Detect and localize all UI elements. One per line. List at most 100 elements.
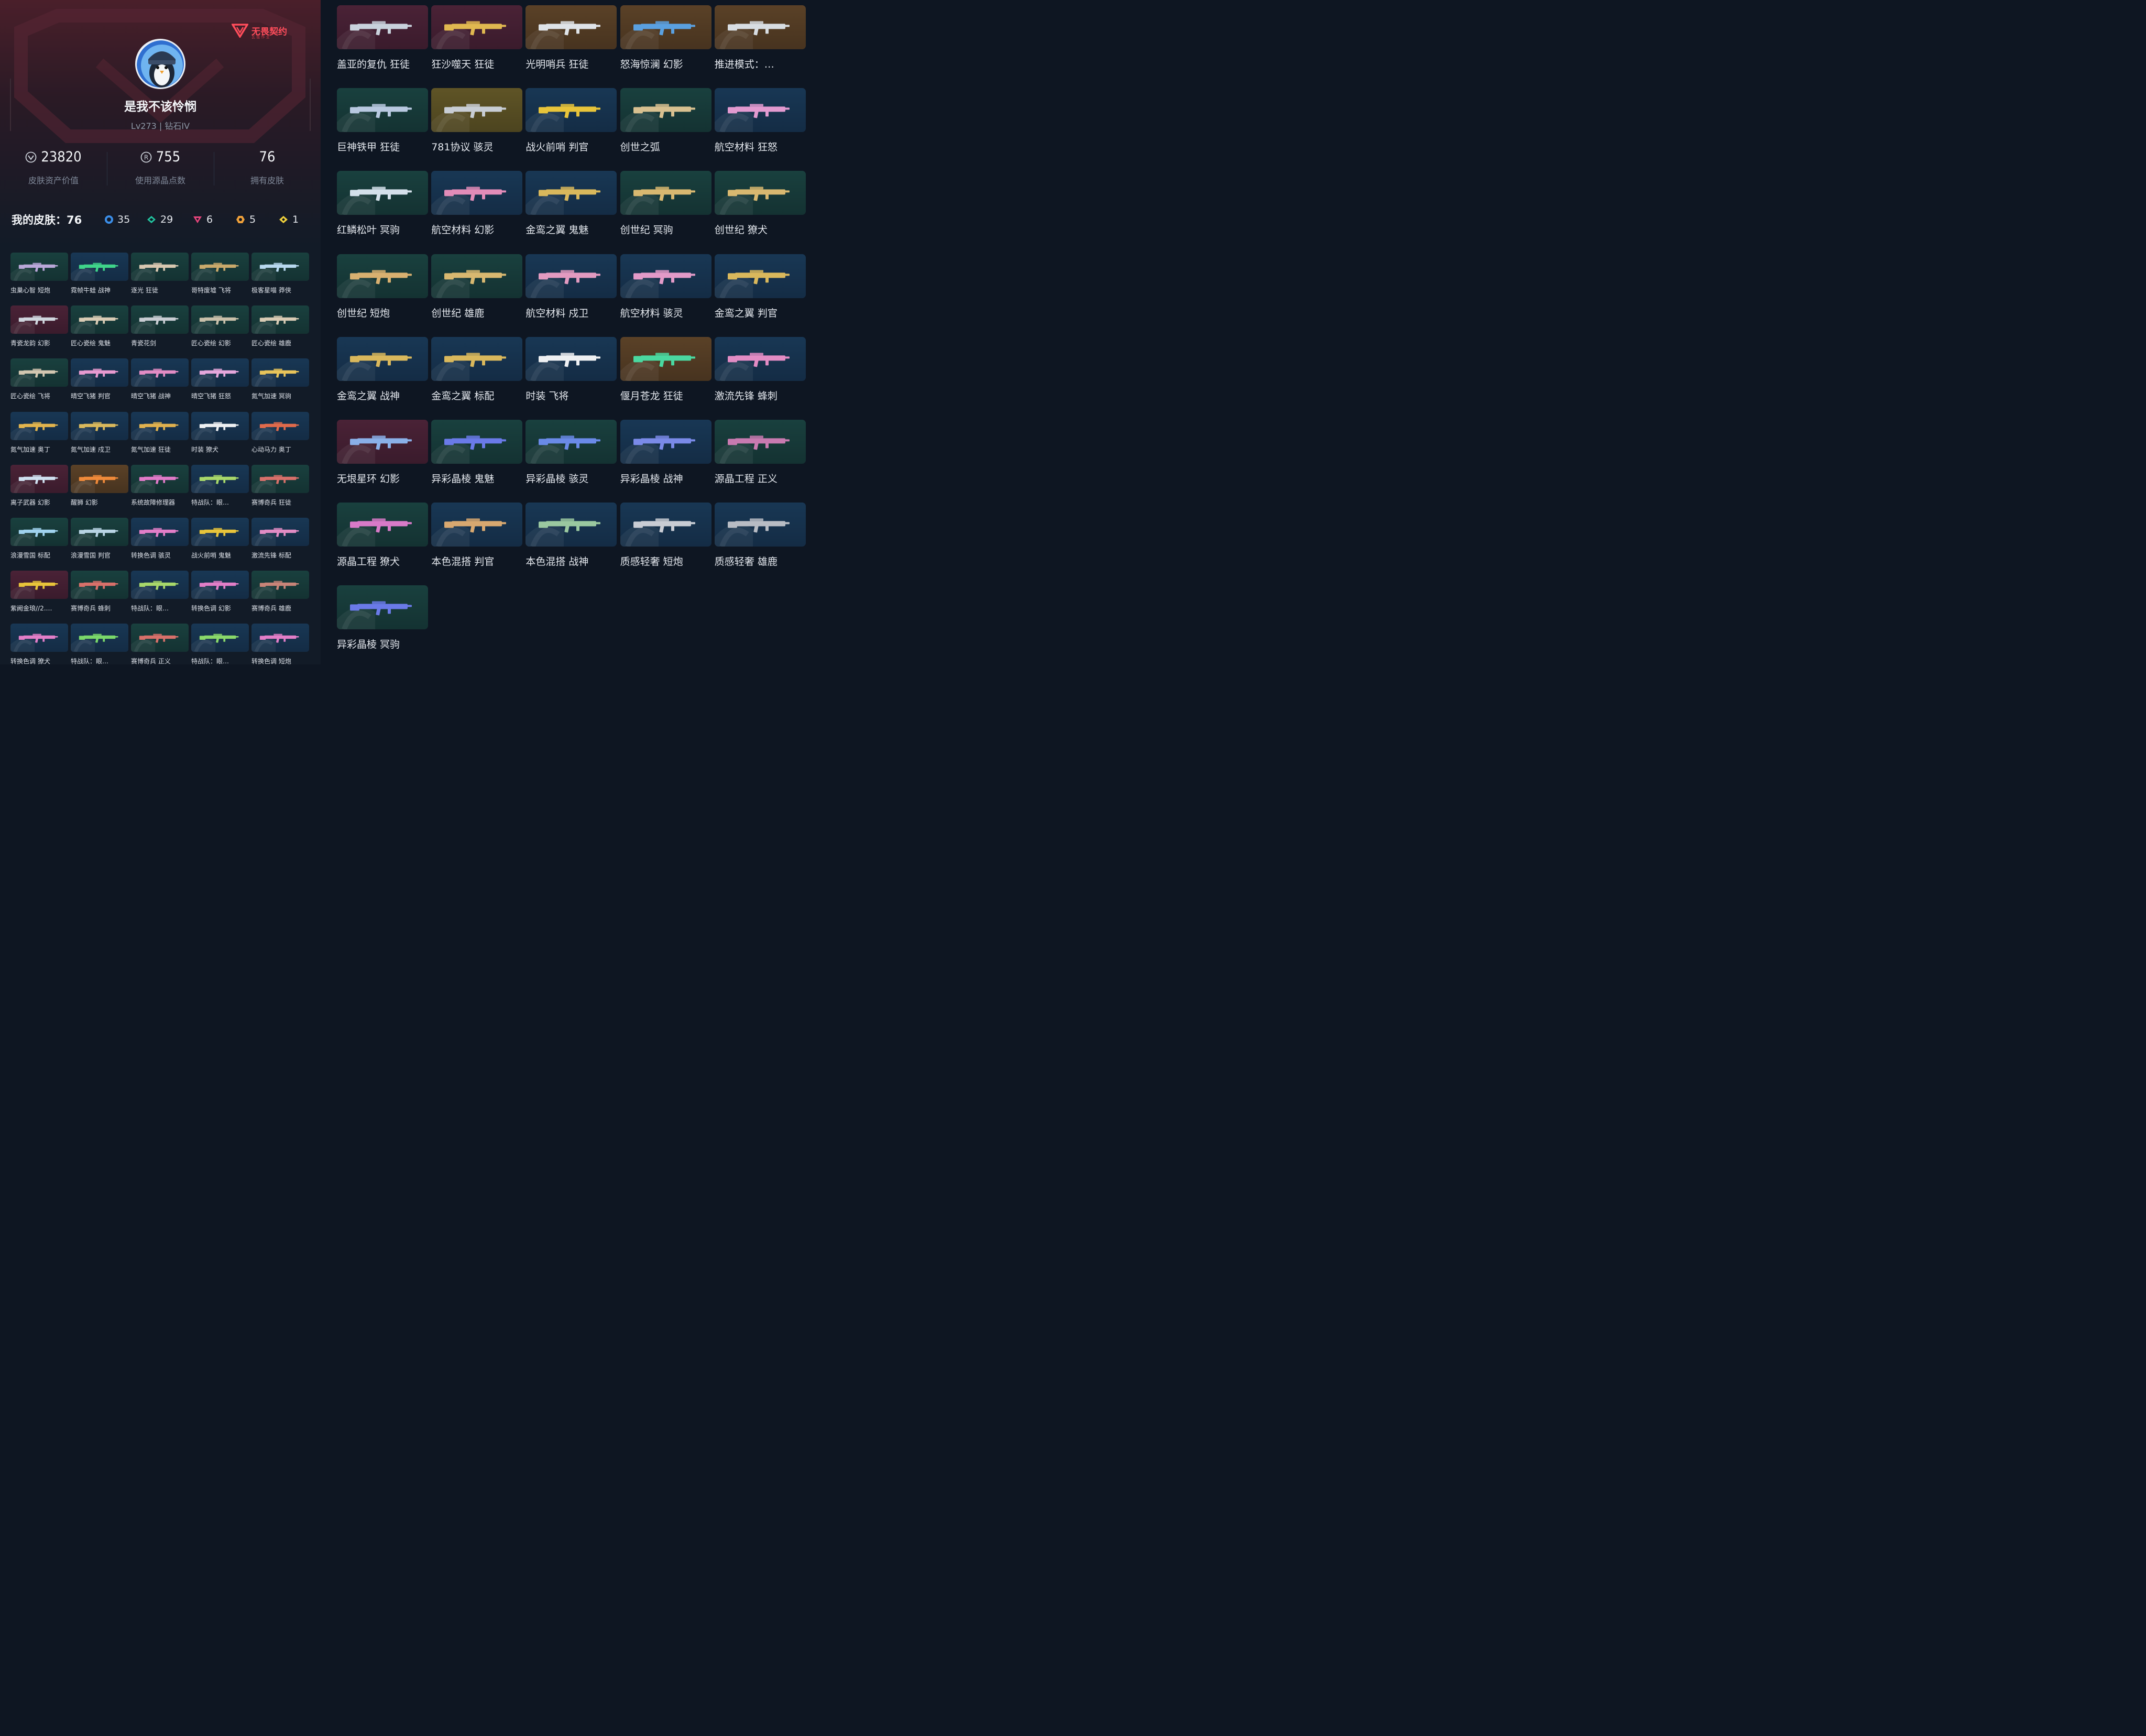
skin-thumbnail	[191, 464, 249, 493]
weapon-icon	[620, 518, 695, 547]
large-skin-card[interactable]: 异彩晶棱 骇灵	[525, 420, 617, 485]
small-skin-card[interactable]: 激流先锋 标配	[251, 518, 309, 560]
small-skin-card[interactable]: 特战队：眼…	[131, 571, 189, 613]
large-skin-card[interactable]: 航空材料 戍卫	[525, 254, 617, 320]
small-skin-card[interactable]: 赛博奇兵 蜂刺	[71, 571, 128, 613]
skin-thumbnail	[251, 571, 309, 599]
large-skin-card[interactable]: 创世纪 冥驹	[620, 171, 711, 236]
large-skin-card[interactable]: 激流先锋 蜂刺	[714, 336, 806, 402]
large-skin-card[interactable]: 偃月苍龙 狂徒	[620, 336, 711, 402]
large-skin-card[interactable]: 金鸾之翼 判官	[714, 254, 806, 320]
small-skin-card[interactable]: 心动马力 奥丁	[251, 411, 309, 454]
weapon-icon	[714, 518, 790, 547]
large-skin-card[interactable]: 源晶工程 獠犬	[337, 503, 428, 568]
large-skin-card[interactable]: 本色混搭 判官	[431, 503, 523, 568]
large-skin-card[interactable]: 异彩晶棱 战神	[620, 420, 711, 485]
large-skin-card[interactable]: 光明哨兵 狂徒	[525, 5, 617, 71]
skin-thumbnail	[337, 420, 428, 464]
avatar[interactable]	[135, 39, 185, 89]
small-skin-card[interactable]: 匠心瓷绘 雄鹿	[251, 305, 309, 347]
large-skin-card[interactable]: 781协议 骇灵	[431, 88, 523, 154]
large-skin-card[interactable]: 时装 飞将	[525, 336, 617, 402]
small-skin-card[interactable]: 赛博奇兵 正义	[131, 624, 189, 664]
large-skin-card[interactable]: 战火前哨 判官	[525, 88, 617, 154]
large-skin-card[interactable]: 无垠星环 幻影	[337, 420, 428, 485]
small-skin-card[interactable]: 系统故障修理器	[131, 464, 189, 507]
large-skin-card[interactable]: 航空材料 幻影	[431, 171, 523, 236]
small-skin-card[interactable]: 醒狮 幻影	[71, 464, 128, 507]
skin-thumbnail	[71, 464, 128, 493]
small-skin-card[interactable]: 转换色调 獠犬	[10, 624, 68, 664]
small-skin-card[interactable]: 青瓷龙韵 幻影	[10, 305, 68, 347]
small-skin-card[interactable]: 极客星喵 莽侠	[251, 253, 309, 294]
small-skin-card[interactable]: 浪漫雪国 判官	[71, 518, 128, 560]
weapon-icon	[431, 269, 507, 298]
skin-thumbnail	[191, 571, 249, 599]
small-skin-card[interactable]: 赛博奇兵 狂徒	[251, 464, 309, 507]
skin-name: 转换色调 幻影	[191, 605, 231, 613]
large-skin-card[interactable]: 推进模式：…	[714, 5, 806, 71]
large-skin-card[interactable]: 金鸾之翼 标配	[431, 336, 523, 402]
small-skin-card[interactable]: 晴空飞猪 战神	[131, 358, 189, 400]
large-skin-card[interactable]: 创世纪 短炮	[337, 254, 428, 320]
skin-name: 创世纪 短炮	[337, 307, 390, 319]
small-skin-card[interactable]: 匠心瓷绘 幻影	[191, 305, 249, 347]
small-skin-card[interactable]: 紫阙金琅//2.…	[10, 571, 68, 613]
skin-thumbnail	[251, 624, 309, 652]
skin-name: 金鸾之翼 鬼魅	[525, 224, 589, 236]
small-skin-card[interactable]: 战火前哨 鬼魅	[191, 518, 249, 560]
small-skin-card[interactable]: 转换色调 幻影	[191, 571, 249, 613]
small-skin-card[interactable]: 氮气加速 狂徒	[131, 411, 189, 454]
large-skin-card[interactable]: 源晶工程 正义	[714, 420, 806, 485]
small-skin-card[interactable]: 时装 獠犬	[191, 411, 249, 454]
small-skin-card[interactable]: 晴空飞猪 狂怒	[191, 358, 249, 400]
large-skin-card[interactable]: 质感轻奢 短炮	[620, 503, 711, 568]
large-skin-card[interactable]: 质感轻奢 雄鹿	[714, 503, 806, 568]
username: 是我不该怜悯	[124, 100, 196, 114]
small-skin-card[interactable]: 转换色调 骇灵	[131, 518, 189, 560]
large-skin-card[interactable]: 怒海惊澜 幻影	[620, 5, 711, 71]
skin-thumbnail	[620, 171, 711, 215]
skin-name: 紫阙金琅//2.…	[10, 605, 52, 613]
large-skin-card[interactable]: 创世纪 雄鹿	[431, 254, 523, 320]
small-skin-card[interactable]: 哥特废墟 飞将	[191, 253, 249, 294]
small-skin-card[interactable]: 转换色调 短炮	[251, 624, 309, 664]
large-skin-card[interactable]: 创世纪 獠犬	[714, 171, 806, 236]
small-skin-card[interactable]: 虫巢心智 短炮	[10, 253, 68, 294]
small-skin-card[interactable]: 氮气加速 奥丁	[10, 411, 68, 454]
small-skin-card[interactable]: 氮气加速 冥驹	[251, 358, 309, 400]
large-skin-card[interactable]: 红鳞松叶 冥驹	[337, 171, 428, 236]
small-skin-card[interactable]: 特战队：眼…	[191, 464, 249, 507]
small-skin-card[interactable]: 逐光 狂徒	[131, 253, 189, 294]
large-skin-card[interactable]: 创世之弧	[620, 88, 711, 154]
small-skin-card[interactable]: 特战队：眼…	[71, 624, 128, 664]
large-skin-card[interactable]: 航空材料 骇灵	[620, 254, 711, 320]
small-skin-card[interactable]: 赛博奇兵 雄鹿	[251, 571, 309, 613]
skin-name: 781协议 骇灵	[431, 141, 494, 154]
weapon-icon	[71, 528, 118, 546]
small-skin-card[interactable]: 离子武器 幻影	[10, 464, 68, 507]
large-skin-card[interactable]: 本色混搭 战神	[525, 503, 617, 568]
small-skin-card[interactable]: 匠心瓷绘 鬼魅	[71, 305, 128, 347]
large-skin-card[interactable]: 金鸾之翼 战神	[337, 336, 428, 402]
small-skin-card[interactable]: 浪漫雪国 标配	[10, 518, 68, 560]
large-skin-card[interactable]: 异彩晶棱 冥驹	[337, 585, 428, 651]
stat-skin-value: 23820 皮肤资产价值	[0, 149, 107, 186]
large-skin-card[interactable]: 异彩晶棱 鬼魅	[431, 420, 523, 485]
weapon-icon	[251, 263, 299, 281]
small-skin-card[interactable]: 青瓷花剑	[131, 305, 189, 347]
small-skin-card[interactable]: 特战队：眼…	[191, 624, 249, 664]
small-skin-card[interactable]: 晴空飞猪 判官	[71, 358, 128, 400]
small-skin-card[interactable]: 氮气加速 戍卫	[71, 411, 128, 454]
skins-summary: 我的皮肤：76 35 29 6 5 1	[12, 212, 315, 227]
large-skin-card[interactable]: 盖亚的复仇 狂徒	[337, 5, 428, 71]
small-skin-card[interactable]: 匠心瓷绘 飞将	[10, 358, 68, 400]
large-skin-card[interactable]: 巨神铁甲 狂徒	[337, 88, 428, 154]
skin-name: 霓帧牛蛙 战神	[71, 287, 111, 294]
large-skin-card[interactable]: 金鸾之翼 鬼魅	[525, 171, 617, 236]
small-skin-card[interactable]: 霓帧牛蛙 战神	[71, 253, 128, 294]
large-skin-card[interactable]: 狂沙噬天 狂徒	[431, 5, 523, 71]
skin-name: 离子武器 幻影	[10, 498, 50, 506]
tier-green-icon	[147, 216, 156, 223]
large-skin-card[interactable]: 航空材料 狂怒	[714, 88, 806, 154]
